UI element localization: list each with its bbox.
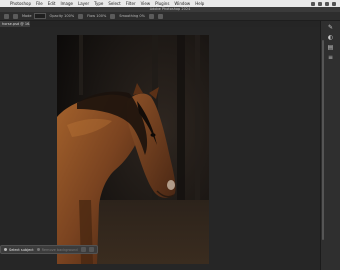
opacity-value[interactable]: 100% [64,14,74,18]
remove-background-label: Remove background [41,247,78,252]
settings-gear-icon[interactable] [148,13,154,19]
menu-edit[interactable]: Edit [48,1,56,6]
menubar: Photoshop File Edit Image Layer Type Sel… [0,0,340,7]
smoothing-option[interactable]: Smoothing 0% [119,14,145,18]
select-subject-icon [4,248,7,251]
angle-icon[interactable] [157,13,163,19]
mode-option[interactable]: Mode [22,13,46,19]
menu-filter[interactable]: Filter [126,1,136,6]
opacity-label: Opacity [49,14,64,18]
menu-layer[interactable]: Layer [78,1,89,6]
menubar-status-icons [311,0,336,7]
remove-background-icon [36,248,40,251]
wifi-icon[interactable] [311,1,315,6]
opacity-option[interactable]: Opacity 100% [50,14,75,18]
select-subject-button[interactable]: Select subject [4,248,34,252]
flow-value[interactable]: 100% [96,14,106,18]
adjustments-icon[interactable]: ◐ [327,35,334,41]
menu-type[interactable]: Type [94,1,103,6]
select-subject-label: Select subject [9,247,34,252]
more-options-icon[interactable] [80,247,86,252]
mode-dropdown[interactable] [33,13,46,19]
menu-select[interactable]: Select [108,1,120,6]
brush-tool-icon[interactable] [13,13,18,19]
menu-plugins[interactable]: Plugins [155,1,169,6]
properties-icon[interactable]: ≡ [327,55,334,61]
flow-option[interactable]: Flow 100% [87,14,106,18]
remove-background-button[interactable]: Remove background [36,247,78,252]
pressure-opacity-icon[interactable] [78,13,84,19]
control-center-icon[interactable] [332,1,336,6]
document-canvas-image[interactable] [57,35,209,264]
vertical-scrollbar[interactable] [322,40,324,240]
mode-label: Mode [22,14,32,18]
home-icon[interactable] [4,13,9,19]
layers-icon[interactable]: ▤ [327,45,334,51]
flow-label: Flow [87,14,96,18]
search-icon[interactable] [325,1,329,6]
airbrush-icon[interactable] [110,13,116,19]
menu-help[interactable]: Help [195,1,204,6]
smoothing-value[interactable]: 0% [139,14,145,18]
menu-window[interactable]: Window [174,1,190,6]
smoothing-label: Smoothing [119,14,139,18]
pin-icon[interactable] [88,247,94,252]
brush-icon[interactable]: ✎ [327,25,334,31]
battery-icon[interactable] [318,1,322,6]
menu-image[interactable]: Image [60,1,73,6]
menu-file[interactable]: File [36,1,43,6]
apple-icon[interactable] [2,1,8,6]
contextual-taskbar: Select subject Remove background [0,245,98,254]
tool-options-bar: Mode Opacity 100% Flow 100% Smoothing 0% [0,12,340,21]
menu-photoshop[interactable]: Photoshop [10,1,31,6]
menu-view[interactable]: View [141,1,151,6]
